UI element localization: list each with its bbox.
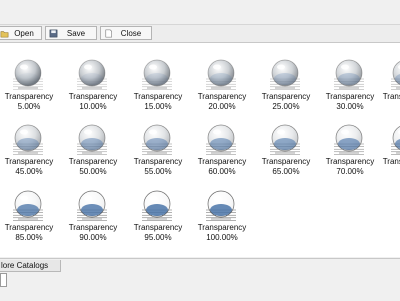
thumbnail-label: Transparency — [133, 223, 183, 232]
transparency-sphere-icon — [77, 124, 107, 155]
material-thumbnail[interactable]: Transparency 70.00% — [318, 122, 382, 180]
thumbnail-label: Transparency — [4, 157, 54, 166]
thumbnail-value: 5.00% — [17, 102, 41, 111]
thumbnail-value: 20.00% — [208, 102, 236, 111]
transparency-sphere-icon — [13, 190, 43, 221]
transparency-sphere-icon — [391, 61, 400, 90]
thumbnail-value: 70.00% — [336, 167, 364, 176]
thumbnail-value: 25.00% — [272, 102, 300, 111]
material-thumbnail[interactable]: Transparency 10.00% — [61, 57, 125, 115]
open-icon — [0, 29, 9, 38]
thumbnail-value: 95.00% — [144, 233, 172, 242]
thumbnail-value: 30.00% — [336, 102, 364, 111]
transparency-sphere-icon — [270, 59, 300, 90]
close-document-icon — [104, 29, 113, 38]
thumbnail-label: Transparency — [68, 157, 118, 166]
material-thumbnail[interactable]: Transparency 35. — [375, 57, 400, 115]
transparency-sphere-icon — [206, 124, 236, 155]
catalog-bar: lore Catalogs — [0, 258, 400, 301]
thumbnail-value: 100.00% — [206, 233, 238, 242]
transparency-sphere-icon — [142, 124, 172, 155]
thumbnail-value: 85.00% — [15, 233, 43, 242]
material-thumbnail[interactable]: Transparency 30.00% — [318, 57, 382, 115]
transparency-sphere-icon — [77, 59, 107, 90]
thumbnail-label: Transparency — [197, 157, 247, 166]
thumbnail-label: Transparency — [197, 223, 247, 232]
material-thumbnail[interactable]: Transparency 100.00% — [190, 188, 254, 246]
thumbnail-label: Transparency — [261, 157, 311, 166]
open-button[interactable]: Open — [0, 26, 42, 40]
material-thumbnail[interactable]: Transparency 15.00% — [126, 57, 190, 115]
close-button[interactable]: Close — [100, 26, 152, 40]
material-thumbnail[interactable]: Transparency 50.00% — [61, 122, 125, 180]
material-thumbnail[interactable]: Transparency 20.00% — [190, 57, 254, 115]
thumbnail-value: 35. — [375, 102, 400, 112]
catalog-input[interactable] — [0, 273, 7, 287]
thumbnail-label: Transparency — [68, 92, 118, 101]
thumbnail-value: 75. — [375, 167, 400, 177]
thumbnail-label: Transparency — [325, 157, 375, 166]
thumbnail-label: Transparency — [325, 92, 375, 101]
thumbnail-value: 60.00% — [208, 167, 236, 176]
open-label: Open — [14, 28, 34, 38]
material-thumbnail[interactable]: Transparency 85.00% — [0, 188, 61, 246]
material-thumbnail[interactable]: Transparency 5.00% — [0, 57, 61, 115]
thumbnail-label: Transparency — [197, 92, 247, 101]
thumbnail-label: Transparency — [4, 92, 54, 101]
transparency-sphere-icon — [142, 190, 172, 221]
material-thumbnail[interactable]: Transparency 45.00% — [0, 122, 61, 180]
transparency-sphere-icon — [334, 124, 364, 155]
transparency-sphere-icon — [391, 126, 400, 155]
transparency-sphere-icon — [13, 59, 43, 90]
thumbnail-value: 55.00% — [144, 167, 172, 176]
close-label: Close — [120, 28, 142, 38]
material-thumbnail[interactable]: Transparency 60.00% — [190, 122, 254, 180]
save-label: Save — [66, 28, 86, 38]
material-thumbnail[interactable]: Transparency 95.00% — [126, 188, 190, 246]
material-thumbnail[interactable]: Transparency 90.00% — [61, 188, 125, 246]
transparency-sphere-icon — [206, 190, 236, 221]
thumbnail-label: Transparency — [261, 92, 311, 101]
material-thumbnail[interactable]: Transparency 65.00% — [254, 122, 318, 180]
thumbnail-label: Transparency — [68, 223, 118, 232]
thumbnail-value: 65.00% — [272, 167, 300, 176]
material-thumbnail[interactable]: Transparency 55.00% — [126, 122, 190, 180]
thumbnail-value: 10.00% — [79, 102, 107, 111]
transparency-sphere-icon — [270, 124, 300, 155]
material-thumbnail[interactable]: Transparency 75. — [375, 122, 400, 180]
transparency-sphere-icon — [77, 190, 107, 221]
transparency-sphere-icon — [334, 59, 364, 90]
material-thumbnail[interactable]: Transparency 25.00% — [254, 57, 318, 115]
thumbnail-value: 15.00% — [144, 102, 172, 111]
transparency-sphere-icon — [206, 59, 236, 90]
thumbnail-value: 90.00% — [79, 233, 107, 242]
thumbnail-label: Transparency — [382, 157, 400, 166]
window-top-strip — [0, 0, 400, 25]
more-catalogs-tab[interactable]: lore Catalogs — [0, 260, 61, 272]
save-icon — [49, 29, 58, 38]
thumbnail-value: 50.00% — [79, 167, 107, 176]
save-button[interactable]: Save — [45, 26, 97, 40]
thumbnail-label: Transparency — [133, 157, 183, 166]
thumbnail-value: 45.00% — [15, 167, 43, 176]
toolbar: Open Save Close — [0, 25, 400, 43]
thumbnail-label: Transparency — [133, 92, 183, 101]
thumbnail-label: Transparency — [382, 92, 400, 101]
transparency-sphere-icon — [142, 59, 172, 90]
material-thumbnail-gallery: Transparency 5.00% Transparency 10.00% T… — [0, 43, 400, 257]
thumbnail-label: Transparency — [4, 223, 54, 232]
transparency-sphere-icon — [13, 124, 43, 155]
